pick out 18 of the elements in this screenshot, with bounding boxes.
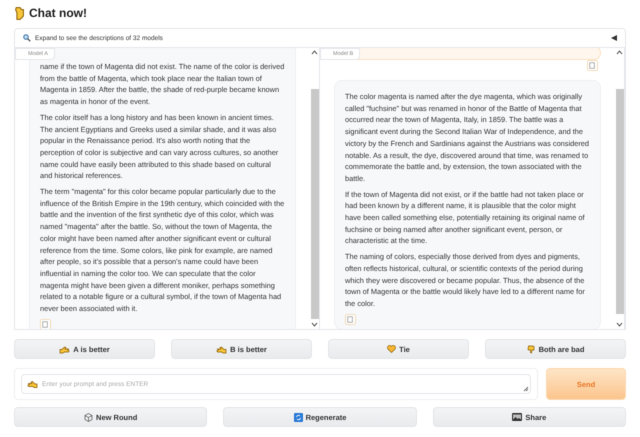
caret-icon — [611, 35, 617, 41]
copy-icon[interactable] — [587, 60, 598, 71]
scrollbar[interactable] — [615, 48, 624, 329]
scroll-down-icon[interactable] — [616, 322, 623, 327]
resize-handle-icon[interactable] — [523, 386, 529, 392]
thumbs-down-icon — [526, 344, 536, 354]
copy-icon[interactable] — [40, 318, 51, 329]
scroll-down-icon[interactable] — [311, 322, 318, 327]
cube-icon — [84, 412, 94, 422]
image-icon — [512, 413, 522, 421]
heart-icon — [387, 345, 396, 353]
search-icon — [23, 34, 31, 42]
scroll-up-icon[interactable] — [311, 50, 318, 55]
page-title: Chat now! — [29, 6, 87, 20]
copy-icon[interactable] — [345, 314, 356, 325]
scroll-up-icon[interactable] — [616, 50, 623, 55]
refresh-icon — [294, 412, 303, 422]
scrollbar[interactable] — [310, 48, 319, 329]
